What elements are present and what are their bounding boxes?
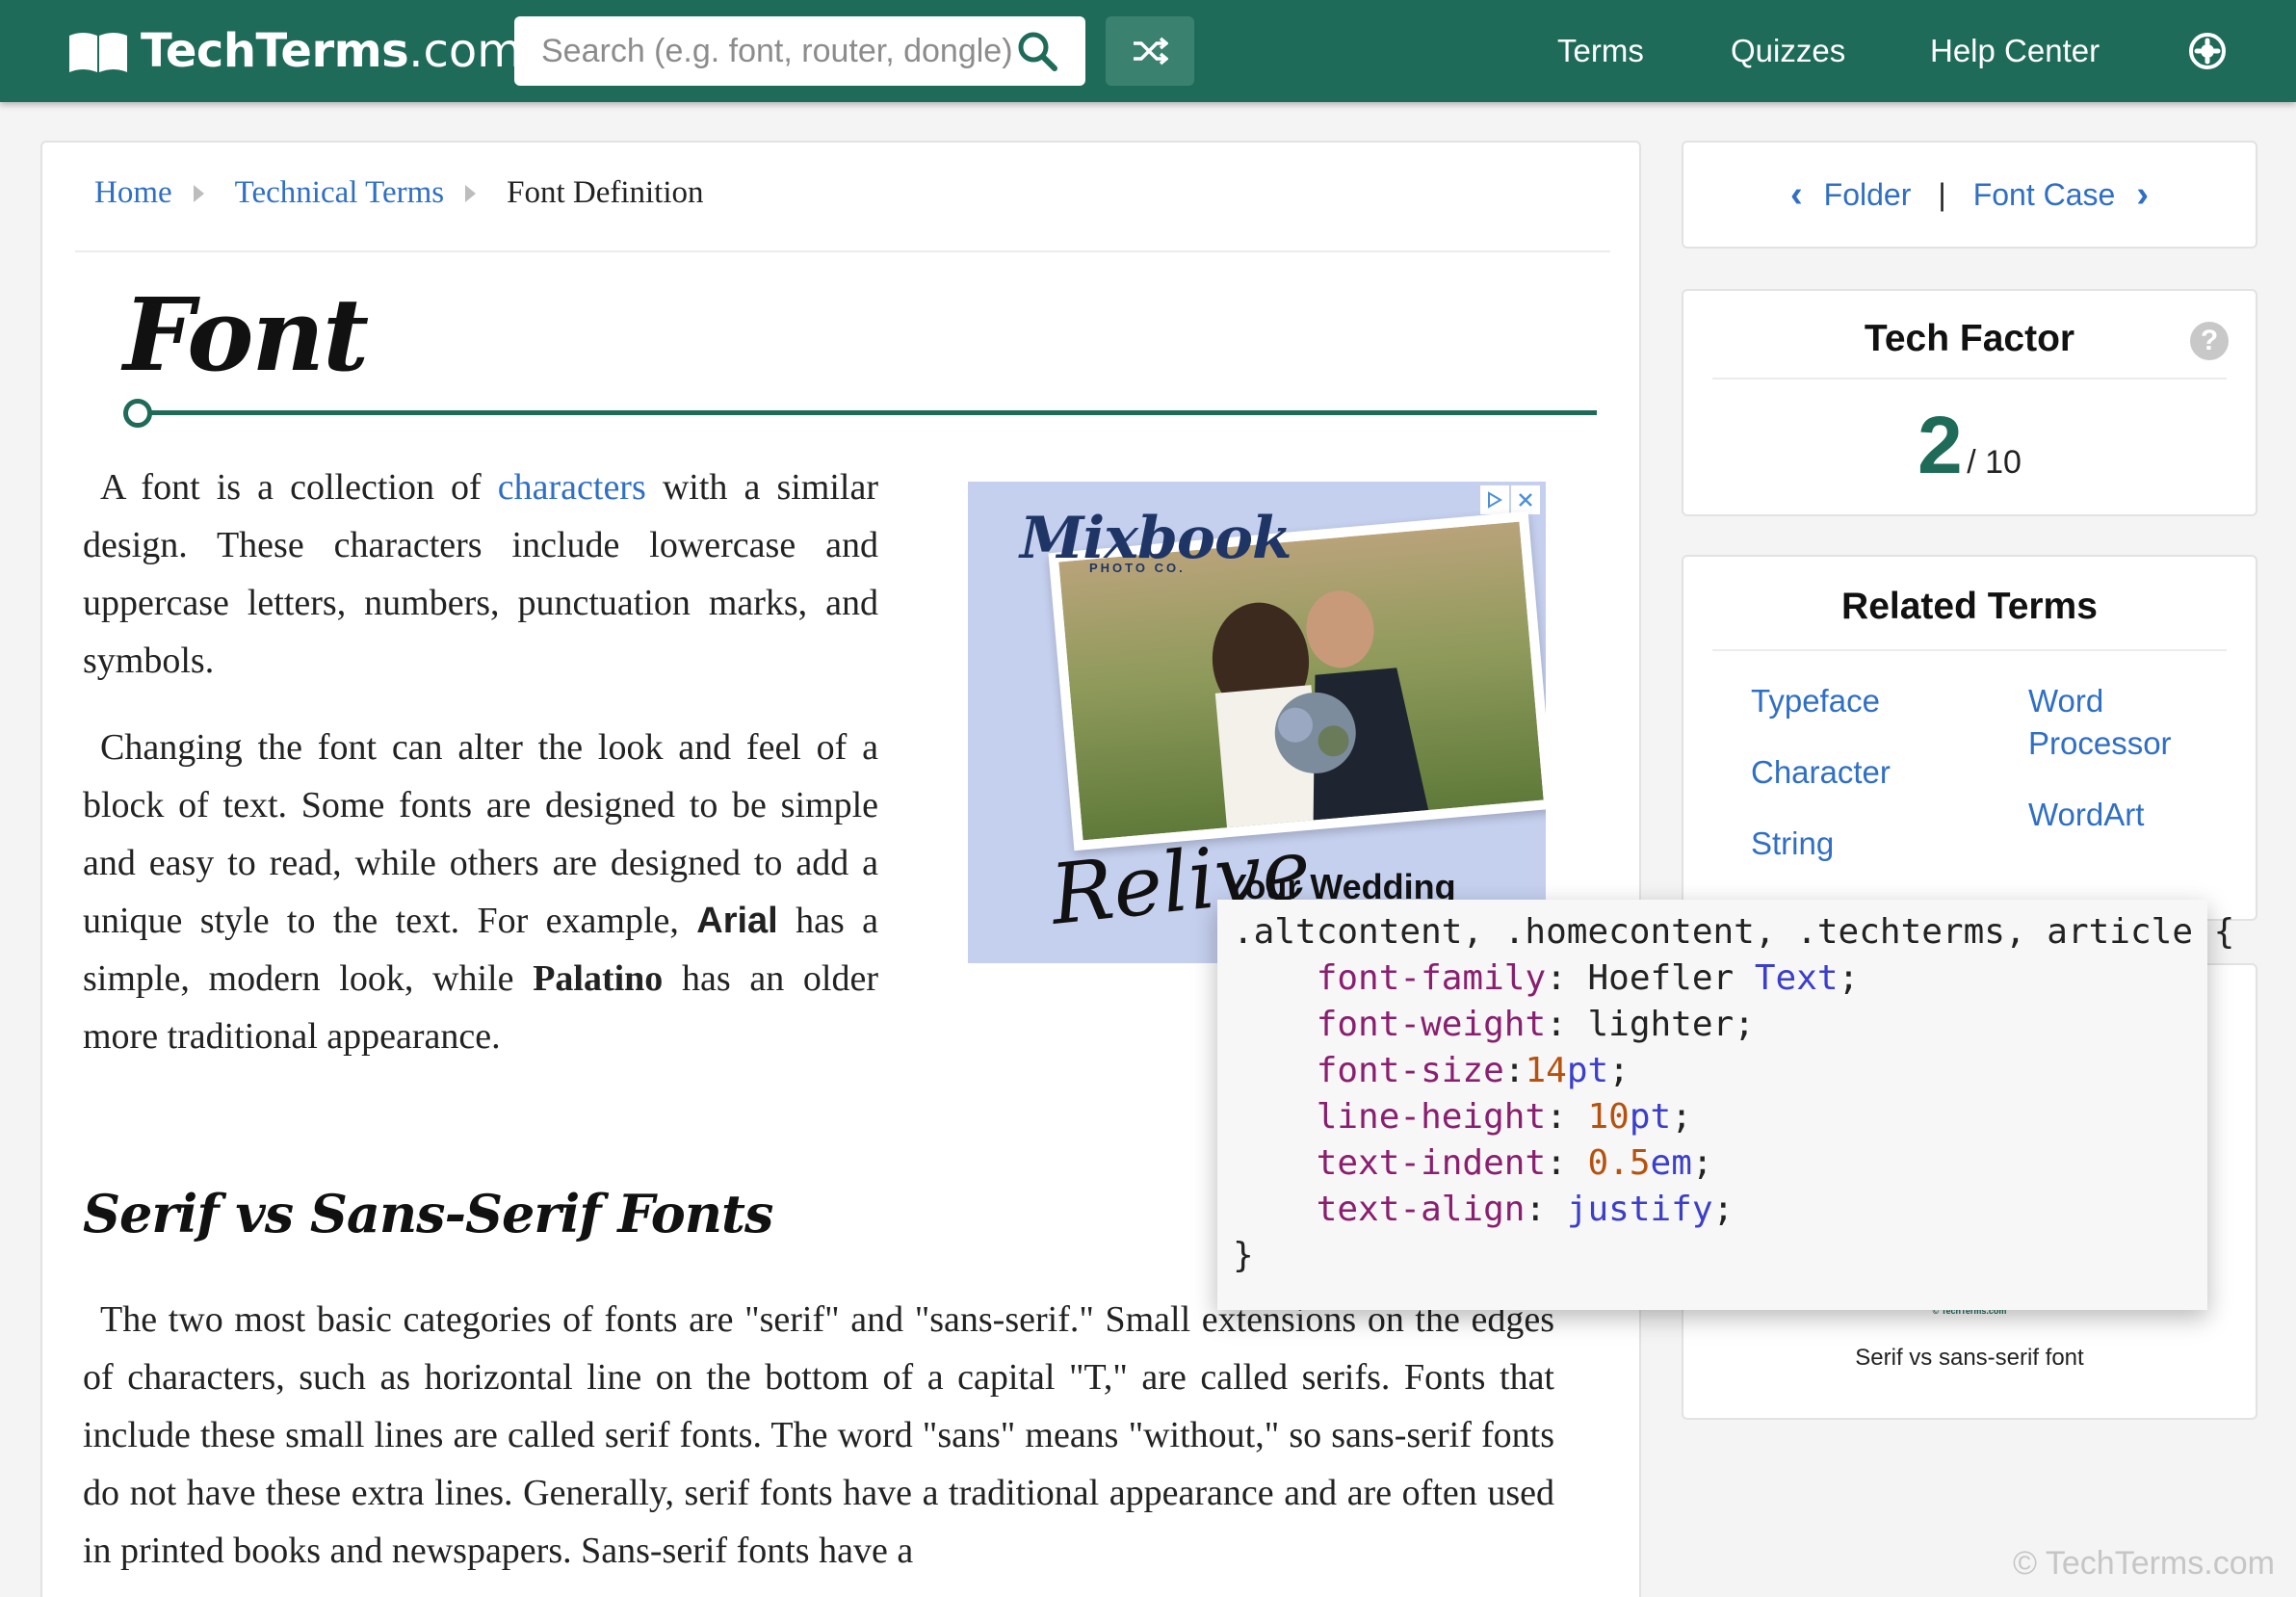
related-terms-title: Related Terms	[1841, 586, 2098, 627]
section-heading: Serif vs Sans-Serif Fonts	[83, 1183, 773, 1244]
code-unit: em	[1650, 1143, 1692, 1183]
paragraph-intro: A font is a collection of characters wit…	[83, 458, 878, 690]
random-term-button[interactable]	[1106, 16, 1194, 86]
code-number: 0.5	[1587, 1143, 1651, 1183]
text: A font is a collection of	[100, 467, 498, 508]
code-unit: pt	[1629, 1097, 1672, 1137]
nav-help-center[interactable]: Help Center	[1930, 0, 2100, 102]
book-icon	[69, 33, 127, 72]
link-characters[interactable]: characters	[498, 467, 646, 508]
gear-icon[interactable]	[2186, 30, 2229, 72]
related-term-string[interactable]: String	[1751, 823, 1834, 865]
breadcrumb: Home Technical Terms Font Definition	[94, 175, 704, 211]
related-term-typeface[interactable]: Typeface	[1751, 680, 1880, 722]
help-icon[interactable]: ?	[2190, 322, 2229, 360]
code-unit: pt	[1566, 1051, 1609, 1090]
site-logo[interactable]: TechTerms .com	[67, 21, 522, 81]
code-keyword: justify	[1566, 1190, 1713, 1229]
code-prop: font-weight	[1316, 1005, 1547, 1044]
page-title: Font	[123, 275, 369, 394]
breadcrumb-arrow-icon	[193, 184, 204, 202]
paragraph-serif: The two most basic categories of fonts a…	[83, 1299, 1554, 1571]
chevron-right-icon[interactable]: ›	[2136, 174, 2149, 216]
title-underline	[143, 410, 1597, 415]
breadcrumb-home[interactable]: Home	[94, 175, 172, 211]
logo-brand: TechTerms	[141, 24, 409, 78]
ad-choices[interactable]	[1480, 485, 1540, 514]
search-box	[514, 16, 1085, 86]
breadcrumb-technical-terms[interactable]: Technical Terms	[235, 175, 444, 211]
code-prop: text-indent	[1316, 1143, 1547, 1183]
shuffle-icon	[1134, 37, 1168, 65]
tech-factor-scale: / 10	[1967, 444, 2022, 481]
next-term-link[interactable]: Font Case	[1973, 177, 2116, 213]
ad-brand-sub: PHOTO CO.	[1089, 561, 1186, 575]
breadcrumb-arrow-icon	[465, 184, 477, 202]
tech-factor-card: Tech Factor ? 2 / 10	[1682, 289, 2257, 516]
close-icon[interactable]	[1511, 485, 1540, 514]
tech-factor-value: 2	[1918, 400, 1963, 490]
code-prop: line-height	[1316, 1097, 1547, 1137]
copyright-watermark: © TechTerms.com	[2013, 1545, 2275, 1582]
advertisement[interactable]: Mixbook PHOTO CO. Relive Your Wedding	[968, 482, 1546, 963]
code-prop: font-size	[1316, 1051, 1504, 1090]
paragraph-changing-font: Changing the font can alter the look and…	[83, 719, 878, 1065]
code-close: }	[1233, 1236, 1254, 1275]
illustration-caption: Serif vs sans-serif font	[1855, 1345, 2084, 1371]
prev-term-link[interactable]: Folder	[1824, 177, 1912, 213]
search-input[interactable]	[541, 32, 1016, 70]
breadcrumb-current: Font Definition	[507, 175, 704, 210]
code-number: 14	[1525, 1051, 1567, 1090]
code-prop: font-family	[1316, 958, 1547, 998]
bold-arial: Arial	[696, 901, 778, 941]
tech-factor-score: 2 / 10	[1683, 399, 2256, 492]
bold-palatino: Palatino	[533, 958, 664, 999]
code-prop: text-align	[1316, 1190, 1526, 1229]
chevron-left-icon[interactable]: ‹	[1790, 174, 1803, 216]
code-value: Hoefler	[1587, 958, 1755, 998]
search-icon[interactable]	[1016, 30, 1058, 72]
nav-terms[interactable]: Terms	[1557, 0, 1644, 102]
pager-separator: |	[1938, 176, 1946, 212]
code-number: 10	[1587, 1097, 1630, 1137]
code-keyword: Text	[1754, 958, 1839, 998]
nav-quizzes[interactable]: Quizzes	[1731, 0, 1845, 102]
top-navbar: TechTerms.com Terms Quizzes Help Center	[0, 0, 2296, 102]
title-underline-dot	[123, 399, 152, 428]
code-selector: .altcontent, .homecontent, .techterms, a…	[1233, 912, 2235, 952]
tech-factor-title: Tech Factor	[1864, 318, 2075, 359]
related-term-wordart[interactable]: WordArt	[2028, 794, 2144, 836]
code-value: lighter	[1587, 1005, 1735, 1044]
css-code-popup: .altcontent, .homecontent, .techterms, a…	[1217, 900, 2234, 1310]
logo-tld: .com	[408, 24, 523, 78]
related-term-word-processor[interactable]: Word Processor	[2028, 680, 2192, 765]
related-terms-card: Related Terms Typeface Character String …	[1682, 555, 2257, 921]
divider	[1712, 378, 2227, 380]
related-term-character[interactable]: Character	[1751, 751, 1891, 794]
term-pager: ‹ Folder | Font Case ›	[1682, 141, 2257, 249]
divider	[75, 250, 1610, 252]
divider	[1712, 649, 2227, 651]
adchoices-icon[interactable]	[1480, 485, 1509, 514]
